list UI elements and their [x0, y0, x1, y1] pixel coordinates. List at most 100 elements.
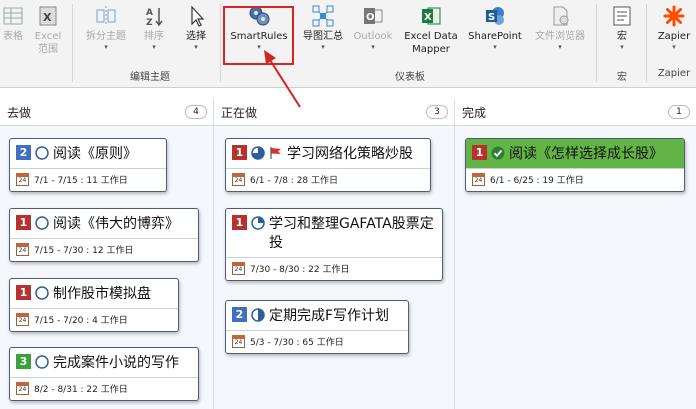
- file-browser-icon: [548, 4, 572, 28]
- svg-text:S: S: [488, 12, 495, 23]
- table-icon: [1, 4, 25, 28]
- calendar-icon: 24: [16, 382, 29, 395]
- task-title: 完成案件小说的写作: [53, 355, 179, 371]
- ribbon-group-separator: [220, 4, 221, 82]
- zapier-icon: [662, 4, 686, 28]
- excel-range-icon: X: [36, 4, 60, 28]
- task-card[interactable]: 3 完成案件小说的写作 24 8/2 - 8/31 : 22 工作日: [9, 347, 199, 401]
- priority-badge: 3: [16, 354, 31, 369]
- calendar-icon: 24: [16, 243, 29, 256]
- priority-badge: 1: [472, 145, 487, 160]
- task-card[interactable]: 1 阅读《怎样选择成长股》 24 6/1 - 6/25 : 19 工作日: [465, 138, 685, 192]
- task-title: 定期完成F写作计划: [269, 308, 390, 324]
- svg-text:O: O: [366, 12, 375, 23]
- sort-button-label: 排序: [144, 31, 164, 42]
- column-count-badge: 1: [668, 105, 690, 119]
- task-card[interactable]: 2 阅读《原则》 24 7/1 - 7/15 : 11 工作日: [9, 138, 167, 192]
- file-browser-button-label: 文件浏览器: [535, 31, 585, 42]
- task-dates: 7/30 - 8/30 : 22 工作日: [250, 265, 350, 275]
- zapier-button[interactable]: Zapier ▾: [652, 4, 696, 51]
- red-flag-icon: [270, 147, 281, 159]
- excel-icon: X: [419, 4, 443, 28]
- task-card[interactable]: 2 定期完成F写作计划 24 5/3 - 7/30 : 65 工作日: [225, 300, 409, 354]
- priority-badge: 2: [232, 307, 247, 322]
- priority-badge: 1: [232, 215, 247, 230]
- column-title: 去做: [7, 105, 32, 120]
- calendar-icon: 24: [16, 313, 29, 326]
- split-topic-button-label: 拆分主题: [86, 31, 126, 42]
- svg-text:X: X: [43, 11, 52, 24]
- file-browser-button[interactable]: 文件浏览器 ▾: [530, 4, 590, 51]
- task-card[interactable]: 1 学习和整理GAFATA股票定投 24 7/30 - 8/30 : 22 工作…: [225, 208, 443, 281]
- header-divider: [0, 125, 696, 126]
- split-topic-button[interactable]: 拆分主题 ▾: [80, 4, 132, 51]
- group-label-edit-topic: 编辑主题: [130, 72, 170, 83]
- split-topic-icon: [94, 4, 118, 28]
- priority-badge: 1: [16, 285, 31, 300]
- column-header-doing[interactable]: 正在做 3: [221, 99, 448, 125]
- task-title: 学习和整理GAFATA股票定投: [269, 216, 434, 251]
- sort-az-icon: AZ: [142, 4, 166, 28]
- not-started-status-icon: [35, 216, 49, 230]
- task-card[interactable]: 1 学习网络化策略炒股 24 6/1 - 7/8 : 28 工作日: [225, 138, 431, 192]
- macro-button[interactable]: 宏 ▾: [604, 4, 640, 51]
- ribbon-group-separator: [596, 4, 597, 82]
- sharepoint-button-label: SharePoint: [468, 31, 522, 42]
- excel-range-button[interactable]: X Excel 范围: [30, 4, 66, 56]
- ribbon-group-separator: [72, 4, 73, 82]
- macro-button-label: 宏: [617, 31, 627, 42]
- priority-badge: 1: [232, 145, 247, 160]
- ribbon-group-separator: [646, 4, 647, 82]
- column-divider: [454, 99, 455, 409]
- map-summary-button[interactable]: 导图汇总 ▾: [296, 4, 350, 51]
- map-summary-button-label: 导图汇总: [303, 31, 343, 42]
- macro-icon: [610, 4, 634, 28]
- excel-data-mapper-button-label: Excel Data Mapper: [404, 31, 458, 55]
- group-label-dashboard: 仪表板: [395, 72, 425, 83]
- task-card[interactable]: 1 阅读《伟大的博弈》 24 7/15 - 7/30 : 12 工作日: [9, 208, 199, 262]
- task-dates: 7/15 - 7/20 : 4 工作日: [34, 316, 128, 326]
- task-dates: 6/1 - 6/25 : 19 工作日: [490, 176, 584, 186]
- task-title: 阅读《怎样选择成长股》: [509, 146, 663, 162]
- svg-text:Z: Z: [146, 18, 153, 27]
- column-header-done[interactable]: 完成 1: [462, 99, 690, 125]
- task-title: 制作股市模拟盘: [53, 286, 151, 302]
- outlook-button[interactable]: O Outlook ▾: [350, 4, 396, 51]
- task-dates: 6/1 - 7/8 : 28 工作日: [250, 176, 339, 186]
- not-started-status-icon: [35, 146, 49, 160]
- column-header-todo[interactable]: 去做 4: [7, 99, 207, 125]
- column-title: 完成: [462, 105, 487, 120]
- sort-button[interactable]: AZ 排序 ▾: [136, 4, 172, 51]
- excel-range-button-label: Excel 范围: [34, 31, 62, 55]
- table-button-label: 表格: [3, 31, 23, 42]
- task-title: 学习网络化策略炒股: [287, 146, 413, 162]
- table-button[interactable]: 表格: [0, 4, 30, 43]
- group-label-zapier: Zapier: [657, 68, 691, 79]
- complete-check-icon: [491, 146, 505, 160]
- svg-text:X: X: [424, 12, 432, 23]
- cursor-icon: [184, 4, 208, 28]
- task-dates: 7/15 - 7/30 : 12 工作日: [34, 246, 134, 256]
- quarter-progress-icon: [251, 216, 265, 230]
- task-dates: 5/3 - 7/30 : 65 工作日: [250, 338, 344, 348]
- task-dates: 8/2 - 8/31 : 22 工作日: [34, 385, 128, 395]
- outlook-icon: O: [361, 4, 385, 28]
- ribbon: 表格 X Excel 范围 拆分主题 ▾ AZ 排序 ▾ 选择 ▾ 编辑主题 S: [0, 0, 696, 88]
- column-count-badge: 4: [185, 105, 207, 119]
- select-button[interactable]: 选择 ▾: [178, 4, 214, 51]
- three-quarter-progress-icon: [251, 146, 265, 160]
- sharepoint-button[interactable]: S SharePoint ▾: [464, 4, 526, 51]
- outlook-button-label: Outlook: [353, 31, 393, 42]
- calendar-icon: 24: [232, 335, 245, 348]
- column-divider: [213, 99, 214, 409]
- calendar-icon: 24: [232, 262, 245, 275]
- column-title: 正在做: [221, 105, 258, 120]
- not-started-status-icon: [35, 286, 49, 300]
- calendar-icon: 24: [232, 173, 245, 186]
- excel-data-mapper-button[interactable]: X Excel Data Mapper: [400, 4, 462, 56]
- not-started-status-icon: [35, 355, 49, 369]
- column-count-badge: 3: [426, 105, 448, 119]
- task-card[interactable]: 1 制作股市模拟盘 24 7/15 - 7/20 : 4 工作日: [9, 278, 179, 332]
- group-label-macro: 宏: [617, 72, 627, 83]
- svg-text:A: A: [146, 8, 153, 18]
